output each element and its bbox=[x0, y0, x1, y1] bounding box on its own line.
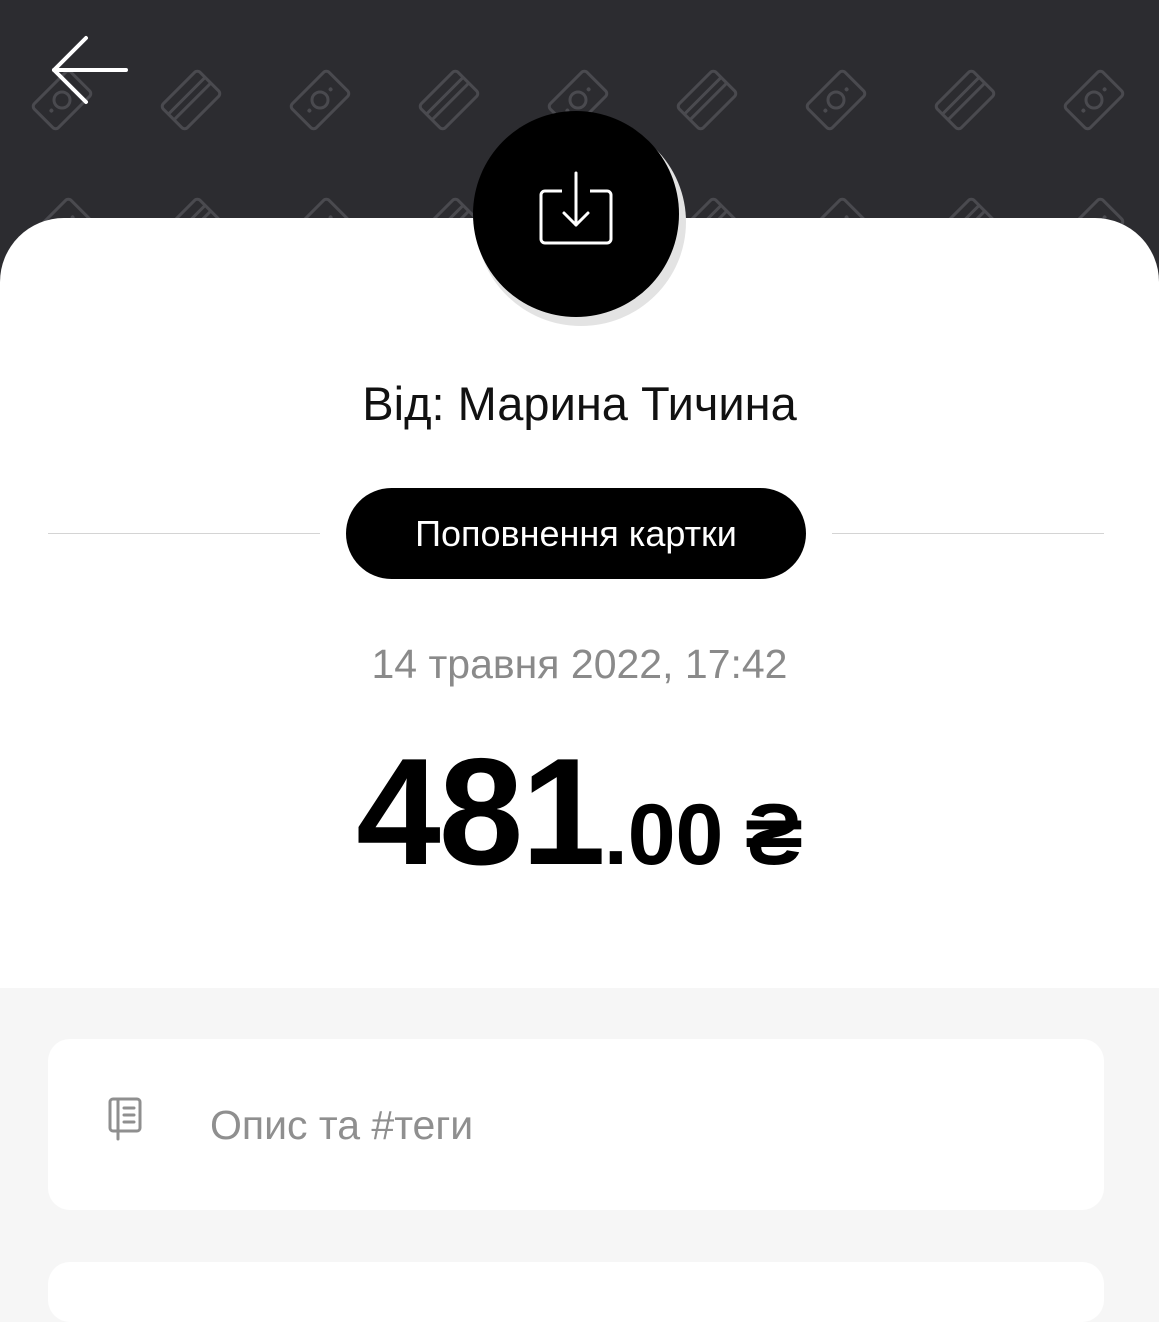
card-icon-pattern bbox=[676, 69, 738, 131]
category-button[interactable]: Поповнення картки bbox=[346, 488, 806, 579]
transaction-type-avatar bbox=[473, 111, 679, 317]
sender-name: Від: Марина Тичина bbox=[362, 377, 797, 430]
amount-integer: 481 bbox=[356, 727, 606, 897]
description-placeholder: Опис та #теги bbox=[210, 1102, 474, 1148]
divider-right bbox=[832, 533, 1104, 534]
download-icon bbox=[539, 171, 613, 245]
divider-left bbox=[48, 533, 320, 534]
card-icon-pattern bbox=[418, 69, 480, 131]
description-input[interactable]: Опис та #теги bbox=[48, 1039, 1104, 1210]
card-icon-pattern bbox=[934, 69, 996, 131]
back-arrow-icon bbox=[52, 36, 128, 104]
card-icon-pattern bbox=[160, 69, 222, 131]
currency-symbol: ₴ bbox=[745, 787, 803, 883]
money-icon-pattern bbox=[805, 69, 867, 131]
amount-fraction: .00 bbox=[603, 787, 724, 883]
next-section-card bbox=[48, 1262, 1104, 1322]
money-icon-pattern bbox=[289, 69, 351, 131]
money-icon-pattern bbox=[1063, 69, 1125, 131]
note-icon bbox=[108, 1097, 142, 1141]
transaction-datetime: 14 травня 2022, 17:42 bbox=[371, 641, 788, 687]
transaction-amount: 481.00 ₴ bbox=[0, 732, 1159, 892]
back-button[interactable] bbox=[44, 30, 136, 110]
